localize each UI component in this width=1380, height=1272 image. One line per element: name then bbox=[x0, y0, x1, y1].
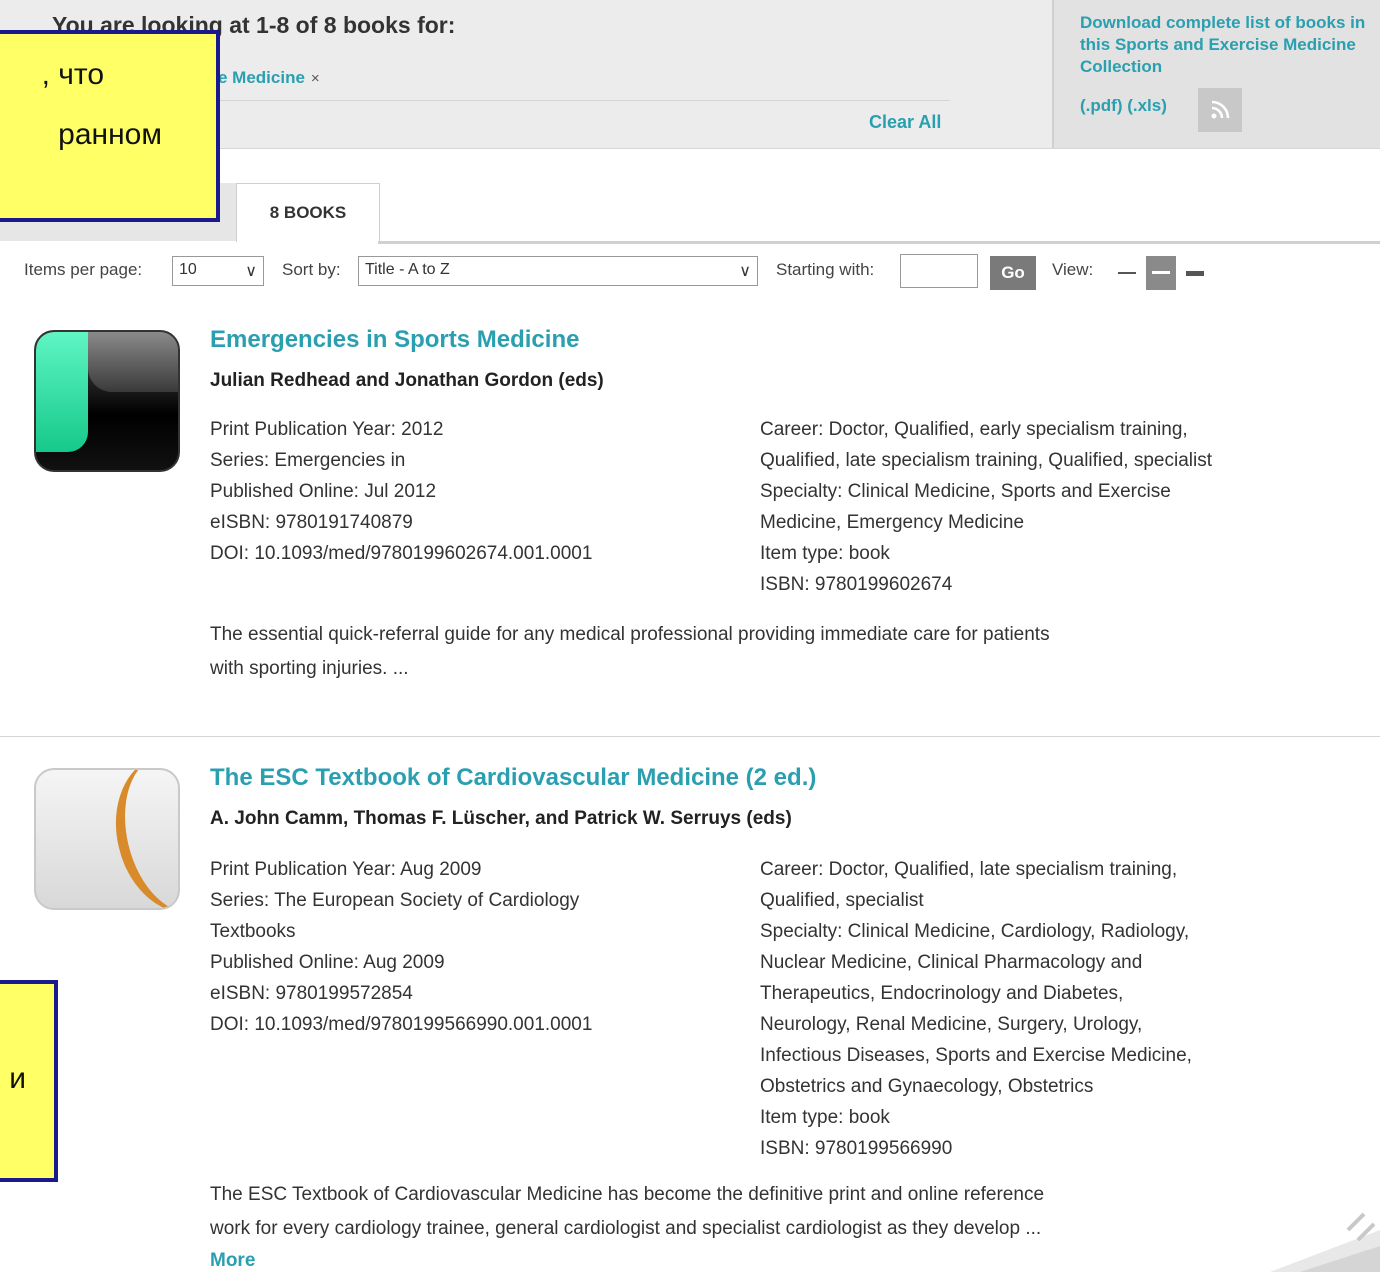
view-label: View: bbox=[1052, 260, 1094, 279]
career-cont: Qualified, late specialism training, Qua… bbox=[760, 450, 1212, 471]
book-meta-left: Print Publication Year: Aug 2009 Series:… bbox=[210, 854, 710, 1040]
specialty-cont: Nuclear Medicine, Clinical Pharmacology … bbox=[760, 952, 1143, 973]
specialty-cont: Infectious Diseases, Sports and Exercise… bbox=[760, 1045, 1192, 1066]
item-type: Item type: book bbox=[760, 1107, 890, 1128]
book-meta-left: Print Publication Year: 2012 Series: Eme… bbox=[210, 414, 710, 569]
clear-all-link[interactable]: Clear All bbox=[869, 112, 941, 133]
facet-label: e Medicine bbox=[218, 68, 305, 87]
slide-corner-decoration bbox=[1270, 1212, 1380, 1272]
starting-with-label: Starting with: bbox=[776, 260, 875, 279]
career: Career: Doctor, Qualified, late speciali… bbox=[760, 859, 1178, 880]
book-meta-right: Career: Doctor, Qualified, late speciali… bbox=[760, 854, 1320, 1164]
annotation-callout: , что ранном bbox=[0, 30, 220, 222]
annotation-callout: и bbox=[0, 980, 58, 1182]
tab-books[interactable]: 8 BOOKS bbox=[236, 183, 380, 242]
abstract-line: work for every cardiology trainee, gener… bbox=[210, 1218, 1042, 1239]
career-cont: Qualified, specialist bbox=[760, 890, 924, 911]
book-cover-image[interactable] bbox=[34, 330, 180, 472]
active-facet[interactable]: e Medicine × bbox=[218, 68, 320, 88]
pdf-link[interactable]: (.pdf) bbox=[1080, 96, 1122, 115]
doi: DOI: 10.1093/med/9780199602674.001.0001 bbox=[210, 543, 593, 564]
book-abstract: The ESC Textbook of Cardiovascular Medic… bbox=[210, 1178, 1310, 1246]
view-standard-icon[interactable] bbox=[1146, 256, 1176, 290]
book-authors: Julian Redhead and Jonathan Gordon (eds) bbox=[210, 370, 604, 391]
callout-text: ранном bbox=[58, 118, 162, 151]
specialty-cont: Obstetrics and Gynaecology, Obstetrics bbox=[760, 1076, 1094, 1097]
chevron-down-icon: ∨ bbox=[739, 263, 751, 280]
view-expanded-icon[interactable] bbox=[1180, 256, 1210, 290]
doi: DOI: 10.1093/med/9780199566990.001.0001 bbox=[210, 1014, 593, 1035]
abstract-line: with sporting injuries. ... bbox=[210, 658, 409, 679]
chevron-down-icon: ∨ bbox=[245, 263, 257, 280]
series-cont: Textbooks bbox=[210, 921, 296, 942]
book-title-link[interactable]: Emergencies in Sports Medicine bbox=[210, 326, 579, 354]
eisbn: eISBN: 9780191740879 bbox=[210, 512, 413, 533]
print-year: Print Publication Year: 2012 bbox=[210, 419, 444, 440]
sort-value: Title - A to Z bbox=[365, 261, 450, 278]
specialty: Specialty: Clinical Medicine, Sports and… bbox=[760, 481, 1171, 502]
book-authors: A. John Camm, Thomas F. Lüscher, and Pat… bbox=[210, 808, 792, 829]
callout-text: , что bbox=[41, 58, 104, 91]
specialty-cont: Therapeutics, Endocrinology and Diabetes… bbox=[760, 983, 1124, 1004]
specialty-cont: Medicine, Emergency Medicine bbox=[760, 512, 1025, 533]
published-online: Published Online: Jul 2012 bbox=[210, 481, 437, 502]
print-year: Print Publication Year: Aug 2009 bbox=[210, 859, 482, 880]
item-type: Item type: book bbox=[760, 543, 890, 564]
sort-select[interactable]: Title - A to Z ∨ bbox=[358, 256, 758, 286]
specialty-cont: Neurology, Renal Medicine, Surgery, Urol… bbox=[760, 1014, 1143, 1035]
career: Career: Doctor, Qualified, early special… bbox=[760, 419, 1188, 440]
series: Series: Emergencies in bbox=[210, 450, 406, 471]
items-per-page-select[interactable]: 10 ∨ bbox=[172, 256, 264, 286]
download-formats: (.pdf) (.xls) bbox=[1080, 96, 1167, 116]
download-panel: Download complete list of books in this … bbox=[1052, 0, 1380, 148]
header-divider bbox=[210, 100, 950, 101]
go-button[interactable]: Go bbox=[990, 256, 1036, 290]
abstract-line: The essential quick-referral guide for a… bbox=[210, 624, 1050, 645]
more-link[interactable]: More bbox=[210, 1250, 255, 1272]
isbn: ISBN: 9780199566990 bbox=[760, 1138, 953, 1159]
book-cover-image[interactable] bbox=[34, 768, 180, 910]
xls-link[interactable]: (.xls) bbox=[1127, 96, 1167, 115]
items-per-page-label: Items per page: bbox=[24, 260, 143, 279]
starting-with-input[interactable] bbox=[900, 254, 978, 288]
results-toolbar: Items per page: 10 ∨ Sort by: Title - A … bbox=[0, 244, 1380, 300]
book-title-link[interactable]: The ESC Textbook of Cardiovascular Medic… bbox=[210, 764, 816, 792]
sort-label: Sort by: bbox=[282, 260, 341, 279]
rss-icon[interactable] bbox=[1198, 88, 1242, 132]
series: Series: The European Society of Cardiolo… bbox=[210, 890, 580, 911]
remove-facet-icon[interactable]: × bbox=[311, 70, 320, 87]
specialty: Specialty: Clinical Medicine, Cardiology… bbox=[760, 921, 1190, 942]
isbn: ISBN: 9780199602674 bbox=[760, 574, 953, 595]
book-abstract: The essential quick-referral guide for a… bbox=[210, 618, 1310, 686]
result-divider bbox=[0, 736, 1380, 737]
published-online: Published Online: Aug 2009 bbox=[210, 952, 445, 973]
eisbn: eISBN: 9780199572854 bbox=[210, 983, 413, 1004]
callout-text: и bbox=[9, 1062, 26, 1095]
download-list-link[interactable]: Download complete list of books in this … bbox=[1080, 12, 1370, 78]
abstract-line: The ESC Textbook of Cardiovascular Medic… bbox=[210, 1184, 1045, 1205]
book-meta-right: Career: Doctor, Qualified, early special… bbox=[760, 414, 1320, 600]
view-compact-icon[interactable] bbox=[1112, 256, 1142, 290]
items-per-page-value: 10 bbox=[179, 261, 197, 278]
